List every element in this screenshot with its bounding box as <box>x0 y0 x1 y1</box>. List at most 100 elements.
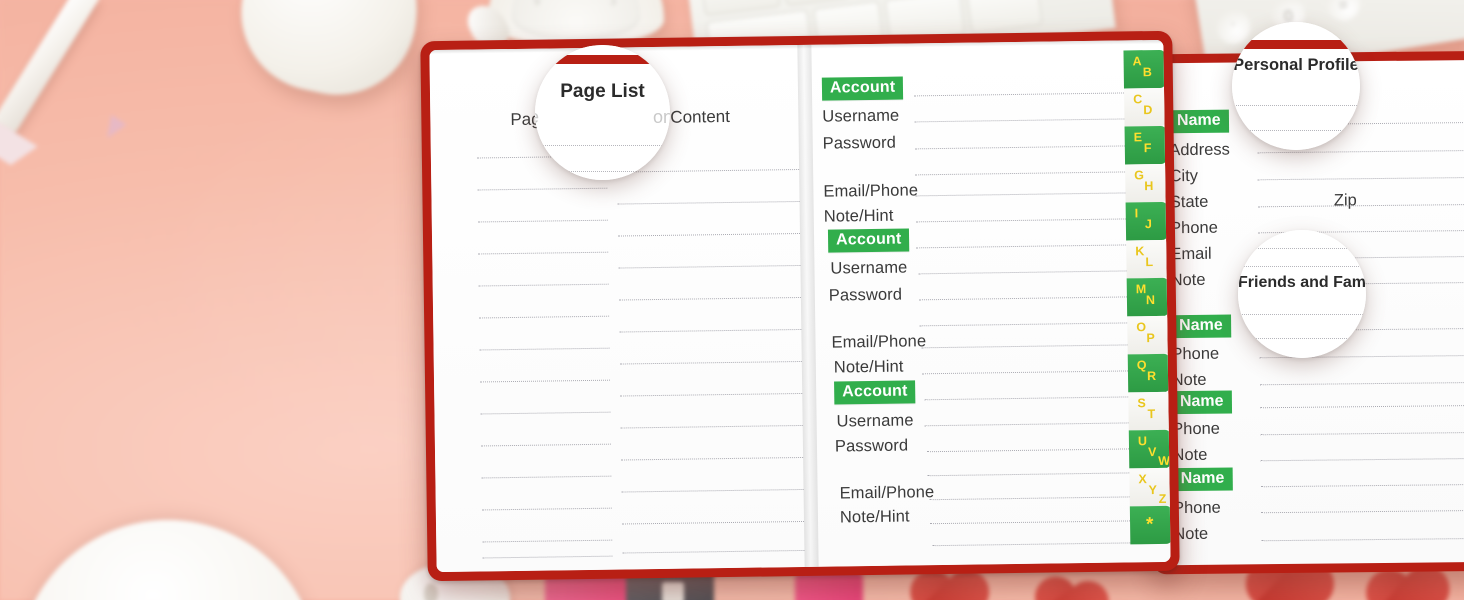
profile-field-state: State <box>1169 192 1209 212</box>
account-2-username: Username <box>830 258 908 278</box>
star-icon: * <box>1145 514 1154 536</box>
tab-letter: T <box>1147 407 1156 422</box>
callout-page-list: e ont Page List <box>535 45 670 180</box>
tab-letter: N <box>1145 293 1156 308</box>
account-3-email-phone: Email/Phone <box>839 483 935 503</box>
tab-letter: V <box>1147 445 1157 460</box>
account-3-username: Username <box>836 411 914 431</box>
rule-line <box>479 315 610 319</box>
callout-title: Page List <box>560 81 645 102</box>
rule-line <box>482 539 613 543</box>
rule-line <box>1260 482 1464 488</box>
tab-letter: X <box>1138 472 1147 487</box>
callout-ghost-left: e <box>535 107 539 128</box>
friend-3-name-chip: Name <box>1172 467 1233 492</box>
rule-line <box>914 145 1145 150</box>
rule-line <box>927 472 1158 477</box>
tab-letter: G <box>1134 168 1145 183</box>
page-top-shade <box>803 39 1164 49</box>
alphabet-index-tabs: A B C D E F G H I J K L M N O P Q R S T … <box>1123 49 1171 545</box>
index-tab-gh[interactable]: G H <box>1125 163 1168 203</box>
callout-cover-band <box>1232 40 1360 49</box>
callout-rule-line <box>1238 266 1366 267</box>
tab-letter: K <box>1135 244 1145 259</box>
account-3-chip: Account <box>834 380 916 405</box>
rule-line <box>915 192 1146 197</box>
tab-letter: Z <box>1158 491 1167 507</box>
rule-line <box>927 448 1158 453</box>
tab-letter: E <box>1133 130 1143 145</box>
rule-line <box>915 171 1146 176</box>
column-header-content: Content <box>670 106 731 127</box>
rule-line <box>480 443 611 447</box>
callout-rule-line <box>1232 105 1360 106</box>
account-1-username: Username <box>822 106 900 126</box>
friend-2-name-chip: Name <box>1171 390 1232 415</box>
account-1-note-hint: Note/Hint <box>823 206 894 226</box>
rule-line <box>929 495 1160 501</box>
tab-letter: O <box>1136 320 1147 335</box>
rule-line <box>618 264 801 269</box>
rule-line <box>1257 175 1464 181</box>
rule-line <box>478 251 609 255</box>
index-tab-st[interactable]: S T <box>1128 391 1171 431</box>
account-1-chip: Account <box>821 76 904 101</box>
callout-personal-profile: Personal Profile <box>1232 22 1360 150</box>
account-1-password: Password <box>822 133 897 153</box>
rule-line <box>921 344 1152 349</box>
tab-letter: S <box>1137 396 1146 411</box>
tab-letter: R <box>1146 369 1157 384</box>
tab-letter: A <box>1132 54 1142 69</box>
tab-letter: C <box>1133 92 1143 107</box>
profile-field-zip: Zip <box>1333 191 1357 210</box>
callout-title: Personal Profile <box>1233 56 1359 74</box>
callout-rule-line <box>535 171 670 172</box>
friend-2-phone: Phone <box>1172 419 1221 439</box>
rule-line <box>619 328 802 333</box>
profile-field-address: Address <box>1169 140 1230 160</box>
account-2-chip: Account <box>827 228 910 253</box>
index-tab-kl[interactable]: K L <box>1126 239 1169 279</box>
index-tab-uvw[interactable]: U V W <box>1128 429 1171 469</box>
rule-line <box>622 520 805 525</box>
callout-rule-line <box>535 145 670 146</box>
index-tab-ef[interactable]: E F <box>1124 125 1168 165</box>
friend-1-phone: Phone <box>1171 344 1220 364</box>
rule-line <box>617 232 800 237</box>
rule-line <box>1257 202 1464 208</box>
rule-line <box>1261 508 1464 514</box>
rule-line <box>620 392 803 397</box>
rule-line <box>1260 430 1464 436</box>
index-tab-qr[interactable]: Q R <box>1127 353 1171 393</box>
rule-line <box>480 379 611 383</box>
callout-rule-line <box>1232 130 1360 131</box>
account-3-note-hint: Note/Hint <box>839 507 910 527</box>
profile-field-email: Email <box>1170 244 1212 264</box>
account-3-password: Password <box>834 436 909 456</box>
index-tab-ab[interactable]: A B <box>1123 49 1166 89</box>
tab-letter: W <box>1158 453 1171 469</box>
account-2-note-hint: Note/Hint <box>833 357 904 377</box>
rule-line <box>1260 456 1464 462</box>
rule-line <box>481 507 612 511</box>
rule-line <box>918 270 1149 275</box>
rule-line <box>930 519 1161 525</box>
index-tab-mn[interactable]: M N <box>1126 277 1170 317</box>
tab-letter: D <box>1143 103 1153 118</box>
callout-ghost-right: ont <box>653 107 670 127</box>
tab-letter: H <box>1144 179 1154 194</box>
tab-letter: I <box>1134 206 1139 221</box>
index-tab-ij[interactable]: I J <box>1125 201 1169 241</box>
index-tab-star[interactable]: * <box>1129 505 1171 545</box>
scene-root: 9 12 3 7 8 9 4 5 . 0 = <box>0 0 1464 600</box>
rule-line <box>919 322 1150 327</box>
callout-title: Friends and Family <box>1238 274 1366 291</box>
index-tab-xyz[interactable]: X Y Z <box>1129 467 1171 507</box>
rule-line <box>914 118 1145 123</box>
rule-line <box>619 360 802 365</box>
tab-letter: Y <box>1148 483 1158 498</box>
index-tab-op[interactable]: O P <box>1127 315 1170 355</box>
index-tab-cd[interactable]: C D <box>1123 87 1167 127</box>
rule-line <box>477 187 608 191</box>
rule-line <box>482 555 613 559</box>
